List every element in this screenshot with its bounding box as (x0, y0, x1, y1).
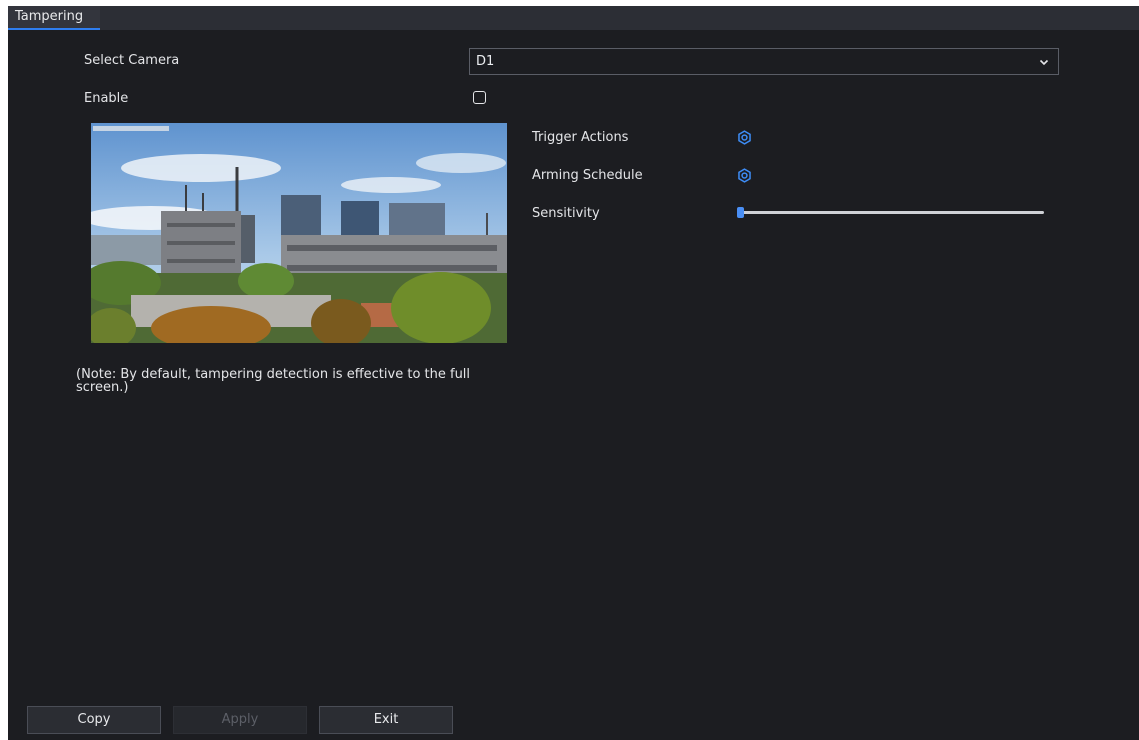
sensitivity-slider-handle[interactable] (737, 207, 744, 218)
camera-preview-scene (91, 123, 507, 343)
arming-schedule-label: Arming Schedule (532, 168, 643, 183)
gear-icon[interactable] (737, 130, 752, 145)
tab-tampering-label: Tampering (15, 9, 84, 24)
apply-button[interactable]: Apply (173, 706, 307, 734)
select-camera-label: Select Camera (84, 53, 180, 68)
tab-tampering[interactable]: Tampering (8, 6, 100, 30)
chevron-down-icon (1039, 59, 1049, 66)
camera-preview-image (91, 123, 507, 343)
tab-bar: Tampering (8, 6, 1139, 30)
exit-button[interactable]: Exit (319, 706, 453, 734)
gear-icon[interactable] (737, 168, 752, 183)
camera-select[interactable]: D1 (469, 48, 1059, 75)
enable-label: Enable (84, 91, 129, 106)
copy-button[interactable]: Copy (27, 706, 161, 734)
camera-select-value: D1 (476, 54, 495, 69)
sensitivity-label: Sensitivity (532, 206, 600, 221)
active-tab-indicator (8, 28, 100, 30)
tampering-settings-window: Tampering Select Camera D1 Enable (Note:… (8, 6, 1139, 740)
trigger-actions-label: Trigger Actions (532, 130, 629, 145)
sensitivity-slider[interactable] (737, 207, 1044, 218)
enable-checkbox[interactable] (473, 91, 486, 104)
full-screen-note: (Note: By default, tampering detection i… (76, 367, 471, 395)
